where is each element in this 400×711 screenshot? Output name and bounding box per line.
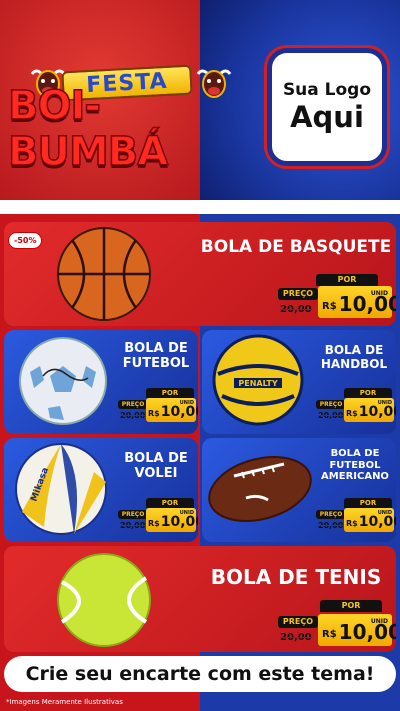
- currency-label: R$: [346, 519, 358, 528]
- svg-text:PENALTY: PENALTY: [238, 379, 277, 388]
- soccer-ball-icon: [19, 337, 107, 425]
- handball-icon: PENALTY: [212, 334, 304, 426]
- new-price-box: R$ 10,00 UNID: [344, 508, 396, 532]
- new-price: 10,00: [160, 514, 198, 530]
- preco-label: PREÇO: [278, 616, 318, 628]
- product-card-volei[interactable]: Mikasa BOLA DE VOLEI POR PREÇO 20,00 R$ …: [4, 438, 198, 542]
- new-price-box: R$ 10,00 UNID: [146, 508, 198, 532]
- logo-line1: Sua Logo: [282, 80, 372, 100]
- new-price-box: R$ 10,00 UNID: [318, 614, 396, 646]
- por-label: POR: [320, 600, 382, 612]
- currency-label: R$: [148, 409, 160, 418]
- unit-label: UNID: [179, 510, 194, 516]
- title-boi-bumba-text: BOI-BUMBÁ: [7, 82, 169, 176]
- new-price: 10,00: [358, 404, 396, 420]
- product-name: BOLA DE VOLEI: [114, 451, 198, 482]
- basketball-icon: [57, 227, 151, 321]
- divider-band: [0, 200, 400, 214]
- product-name-line: FUTEBOL: [329, 459, 381, 471]
- product-name-line: VOLEI: [134, 465, 178, 481]
- currency-label: R$: [346, 409, 358, 418]
- tennis-ball-icon: [57, 553, 151, 647]
- por-label: POR: [344, 498, 392, 508]
- product-name: BOLA DE FUTEBOL: [114, 341, 198, 372]
- cta-text: Crie seu encarte com este tema!: [25, 663, 375, 685]
- unit-label: UNID: [377, 400, 392, 406]
- new-price-box: R$ 10,00 UNID: [318, 286, 396, 318]
- product-name: BOLA DE BASQUETE: [200, 237, 392, 257]
- product-name: BOLA DE FUTEBOL AMERICANO: [314, 448, 396, 483]
- old-price: 20,00: [280, 632, 312, 643]
- product-card-futebol-americano[interactable]: BOLA DE FUTEBOL AMERICANO POR PREÇO 20,0…: [202, 438, 396, 542]
- por-label: POR: [316, 274, 378, 286]
- product-name: BOLA DE TENIS: [210, 565, 382, 589]
- footnote: *Imagens Meramente Ilustrativas: [6, 698, 123, 706]
- old-price: 20,00: [318, 521, 344, 530]
- preco-label: PREÇO: [118, 400, 148, 409]
- old-price: 20,00: [318, 411, 344, 420]
- logo-placeholder[interactable]: Sua Logo Aqui: [267, 48, 387, 166]
- old-price: 20,00: [120, 521, 146, 530]
- product-name-line: BOLA DE: [330, 448, 380, 459]
- preco-label: PREÇO: [278, 288, 318, 300]
- product-name-line: FUTEBOL: [122, 355, 190, 371]
- volleyball-icon: Mikasa: [15, 443, 107, 535]
- american-football-icon: [208, 456, 312, 522]
- unit-label: UNID: [370, 290, 388, 297]
- product-name-line: BOLA DE: [324, 343, 384, 357]
- old-price: 20,00: [280, 304, 312, 315]
- product-card-handbol[interactable]: PENALTY BOLA DE HANDBOL POR PREÇO 20,00 …: [202, 330, 396, 434]
- product-name-line: AMERICANO: [321, 471, 389, 482]
- product-card-futebol[interactable]: BOLA DE FUTEBOL POR PREÇO 20,00 R$ 10,00…: [4, 330, 198, 434]
- product-name-line: BOLA DE: [124, 451, 188, 466]
- product-name: BOLA DE HANDBOL: [312, 343, 396, 372]
- unit-label: UNID: [370, 618, 388, 625]
- new-price: 10,00: [160, 404, 198, 420]
- discount-badge: -50%: [8, 232, 43, 249]
- product-name-line: BOLA DE: [124, 341, 188, 356]
- product-card-tenis[interactable]: BOLA DE TENIS POR PREÇO 20,00 R$ 10,00 U…: [4, 546, 396, 652]
- unit-label: UNID: [179, 400, 194, 406]
- product-card-basquete[interactable]: BOLA DE BASQUETE POR PREÇO 20,00 R$ 10,0…: [4, 222, 396, 326]
- old-price: 20,00: [120, 411, 146, 420]
- por-label: POR: [344, 388, 392, 398]
- por-label: POR: [146, 498, 194, 508]
- title-boi-bumba: BOI-BUMBÁ: [7, 82, 252, 176]
- currency-label: R$: [322, 301, 337, 312]
- currency-label: R$: [322, 629, 337, 640]
- new-price-box: R$ 10,00 UNID: [344, 398, 396, 422]
- preco-label: PREÇO: [118, 510, 148, 519]
- new-price-box: R$ 10,00 UNID: [146, 398, 198, 422]
- currency-label: R$: [148, 519, 160, 528]
- preco-label: PREÇO: [316, 400, 346, 409]
- new-price: 10,00: [358, 514, 396, 530]
- por-label: POR: [146, 388, 194, 398]
- cta-banner[interactable]: Crie seu encarte com este tema!: [4, 656, 396, 692]
- unit-label: UNID: [377, 510, 392, 516]
- logo-line2: Aqui: [290, 100, 364, 134]
- preco-label: PREÇO: [316, 510, 346, 519]
- product-name-line: HANDBOL: [320, 356, 388, 371]
